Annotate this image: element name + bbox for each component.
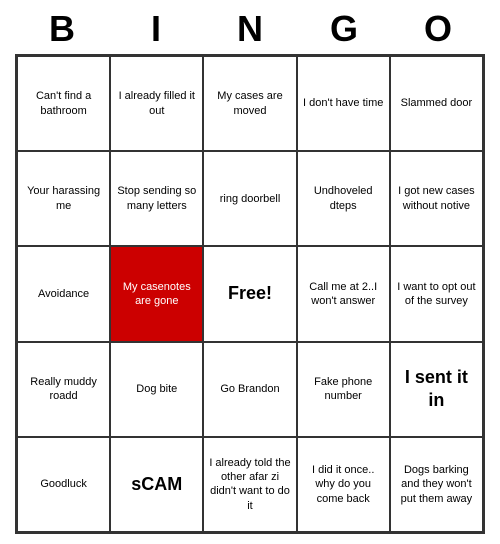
bingo-cell-16: Dog bite: [110, 342, 203, 437]
bingo-letter-o: O: [394, 8, 482, 50]
bingo-header: BINGO: [15, 8, 485, 50]
bingo-letter-g: G: [300, 8, 388, 50]
bingo-cell-14: I want to opt out of the survey: [390, 246, 483, 341]
bingo-cell-4: Slammed door: [390, 56, 483, 151]
bingo-cell-20: Goodluck: [17, 437, 110, 532]
bingo-cell-23: I did it once.. why do you come back: [297, 437, 390, 532]
bingo-cell-18: Fake phone number: [297, 342, 390, 437]
bingo-cell-6: Stop sending so many letters: [110, 151, 203, 246]
bingo-cell-22: I already told the other afar zi didn't …: [203, 437, 296, 532]
bingo-cell-24: Dogs barking and they won't put them awa…: [390, 437, 483, 532]
bingo-letter-i: I: [112, 8, 200, 50]
bingo-letter-n: N: [206, 8, 294, 50]
bingo-cell-19: I sent it in: [390, 342, 483, 437]
bingo-letter-b: B: [18, 8, 106, 50]
bingo-grid: Can't find a bathroomI already filled it…: [15, 54, 485, 534]
bingo-cell-8: Undhoveled dteps: [297, 151, 390, 246]
bingo-cell-13: Call me at 2..I won't answer: [297, 246, 390, 341]
bingo-cell-9: I got new cases without notive: [390, 151, 483, 246]
bingo-cell-21: sCAM: [110, 437, 203, 532]
bingo-cell-15: Really muddy roadd: [17, 342, 110, 437]
bingo-cell-7: ring doorbell: [203, 151, 296, 246]
bingo-cell-1: I already filled it out: [110, 56, 203, 151]
bingo-cell-3: I don't have time: [297, 56, 390, 151]
bingo-cell-11: My casenotes are gone: [110, 246, 203, 341]
bingo-cell-0: Can't find a bathroom: [17, 56, 110, 151]
bingo-cell-17: Go Brandon: [203, 342, 296, 437]
bingo-cell-10: Avoidance: [17, 246, 110, 341]
bingo-cell-5: Your harassing me: [17, 151, 110, 246]
bingo-cell-12: Free!: [203, 246, 296, 341]
bingo-cell-2: My cases are moved: [203, 56, 296, 151]
